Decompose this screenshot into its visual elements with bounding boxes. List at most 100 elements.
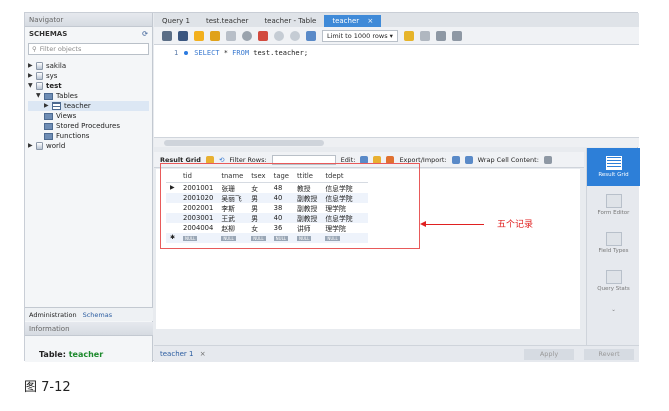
table-cell[interactable]: 女 <box>247 182 269 193</box>
table-cell[interactable]: 赵柳 <box>217 223 247 233</box>
table-cell[interactable]: 女 <box>247 223 269 233</box>
table-cell[interactable]: 吴丽飞 <box>217 192 248 203</box>
new-row[interactable]: ✱ NULL NULL NULL NULL NULL NULL <box>166 232 368 243</box>
table-cell[interactable]: 40 <box>269 192 293 203</box>
execute-current-icon[interactable] <box>210 30 220 41</box>
wrap-icon[interactable] <box>451 30 462 41</box>
table-row[interactable]: 2002001 李斯 男 38 副教授 理学院 <box>166 203 368 213</box>
close-icon[interactable]: × <box>367 17 373 25</box>
table-cell[interactable]: 教授 <box>293 182 321 193</box>
column-header[interactable]: tsex <box>247 171 270 183</box>
table-cell[interactable]: 讲师 <box>293 223 321 233</box>
explain-icon[interactable] <box>226 30 236 41</box>
table-cell[interactable]: 2001020 <box>179 192 218 203</box>
wrap-cell-icon[interactable] <box>543 155 552 164</box>
table-cell[interactable]: 36 <box>270 223 293 233</box>
tree-item-teacher[interactable]: ▶ teacher <box>28 101 149 111</box>
field-types-button[interactable]: Field Types <box>587 224 640 262</box>
table-cell[interactable]: 2003001 <box>179 212 218 223</box>
table-row[interactable]: ▶ 2001001 张珊 女 48 教授 信息学院 <box>166 182 368 193</box>
schema-tree: ▶ sakila ▶ sys ▼ test ▼ Tables ▶ teacher… <box>25 57 152 155</box>
rollback-icon[interactable] <box>290 30 300 41</box>
tree-item-sakila[interactable]: ▶ sakila <box>28 61 149 71</box>
table-cell[interactable]: 副教授 <box>293 203 321 213</box>
column-header[interactable]: ttitle <box>292 171 322 183</box>
table-cell[interactable]: 信息学院 <box>321 192 368 203</box>
collapse-icon[interactable]: ▼ <box>36 91 44 101</box>
column-header[interactable]: tage <box>269 171 293 183</box>
stop-icon[interactable] <box>242 30 252 41</box>
table-cell[interactable]: 副教授 <box>292 212 322 223</box>
form-editor-button[interactable]: Form Editor <box>587 186 640 224</box>
beautify-icon[interactable] <box>403 30 414 41</box>
table-cell[interactable]: 副教授 <box>292 192 322 203</box>
table-cell[interactable]: 2002001 <box>179 203 217 213</box>
invisible-chars-icon[interactable] <box>435 30 446 41</box>
filter-objects-input[interactable]: ⚲ Filter objects <box>28 43 149 55</box>
limit-rows-select[interactable]: Limit to 1000 rows ▾ <box>322 29 398 42</box>
commit-icon[interactable] <box>274 30 284 41</box>
table-cell[interactable]: 2004004 <box>179 223 217 233</box>
tab-teacher[interactable]: teacher × <box>324 15 382 27</box>
save-icon[interactable] <box>178 30 188 41</box>
expand-icon[interactable]: ▶ <box>28 141 36 151</box>
tab-test-teacher[interactable]: test.teacher <box>198 15 256 27</box>
expand-icon[interactable]: ▶ <box>28 61 36 71</box>
table-cell[interactable]: 男 <box>247 212 270 223</box>
revert-button[interactable]: Revert <box>584 349 634 360</box>
sql-table: test.teacher; <box>253 49 309 57</box>
collapse-icon[interactable]: ▼ <box>28 81 36 91</box>
column-header[interactable]: tname <box>217 171 248 183</box>
result-table[interactable]: tid tname tsex tage ttitle tdept ▶ 20010… <box>166 171 368 243</box>
table-cell[interactable]: 男 <box>247 203 269 213</box>
tree-item-tables[interactable]: ▼ Tables <box>28 91 149 101</box>
table-row[interactable]: 2003001 王武 男 40 副教授 信息学院 <box>166 212 368 223</box>
apply-button[interactable]: Apply <box>524 349 574 360</box>
import-icon[interactable] <box>464 155 473 164</box>
table-cell[interactable]: 38 <box>270 203 293 213</box>
close-icon[interactable]: × <box>200 350 206 358</box>
scroll-thumb[interactable] <box>164 140 324 146</box>
tab-schemas[interactable]: Schemas <box>83 311 113 319</box>
tree-item-views[interactable]: Views <box>28 111 149 121</box>
table-cell[interactable]: 张珊 <box>217 182 247 193</box>
tab-query-1[interactable]: Query 1 <box>154 15 198 27</box>
tree-item-sys[interactable]: ▶ sys <box>28 71 149 81</box>
refresh-icon[interactable]: ⟳ <box>142 30 148 38</box>
table-cell[interactable]: 理学院 <box>321 203 367 213</box>
sql-editor[interactable]: 1 SELECT * FROM test.teacher; <box>154 45 639 145</box>
editor-hscrollbar[interactable] <box>154 137 639 147</box>
result-tab[interactable]: teacher 1 × <box>154 350 212 358</box>
table-row[interactable]: 2001020 吴丽飞 男 40 副教授 信息学院 <box>166 192 368 203</box>
toggle-icon[interactable] <box>258 30 268 41</box>
open-file-icon[interactable] <box>162 30 172 41</box>
navigator-panel: Navigator SCHEMAS ⟳ ⚲ Filter objects ▶ s… <box>25 13 153 362</box>
find-icon[interactable] <box>419 30 430 41</box>
tree-item-functions[interactable]: Functions <box>28 131 149 141</box>
tree-item-stored-procedures[interactable]: Stored Procedures <box>28 121 149 131</box>
execute-icon[interactable] <box>194 30 204 41</box>
scroll-down-button[interactable]: ⌄ <box>587 300 640 320</box>
table-cell[interactable]: 信息学院 <box>321 182 367 193</box>
expand-icon[interactable]: ▶ <box>28 71 36 81</box>
column-header[interactable]: tdept <box>321 171 368 183</box>
tab-administration[interactable]: Administration <box>29 311 77 319</box>
expand-icon[interactable]: ▶ <box>44 101 52 111</box>
autocommit-icon[interactable] <box>306 30 316 41</box>
table-cell[interactable]: 男 <box>247 192 270 203</box>
column-header[interactable]: tid <box>179 171 218 183</box>
table-row[interactable]: 2004004 赵柳 女 36 讲师 理学院 <box>166 223 368 233</box>
query-stats-button[interactable]: Query Stats <box>587 262 640 300</box>
table-cell[interactable]: 2001001 <box>179 182 217 193</box>
table-cell[interactable]: 信息学院 <box>321 212 368 223</box>
table-cell[interactable]: 理学院 <box>321 223 367 233</box>
tree-item-test[interactable]: ▼ test <box>28 81 149 91</box>
result-grid-button[interactable]: Result Grid <box>587 148 640 186</box>
table-cell[interactable]: 40 <box>269 212 293 223</box>
export-icon[interactable] <box>451 155 460 164</box>
tab-teacher-table[interactable]: teacher - Table <box>256 15 324 27</box>
tree-item-world[interactable]: ▶ world <box>28 141 149 151</box>
table-cell[interactable]: 48 <box>270 182 293 193</box>
table-cell[interactable]: 李斯 <box>217 203 247 213</box>
table-cell[interactable]: 王武 <box>217 212 248 223</box>
